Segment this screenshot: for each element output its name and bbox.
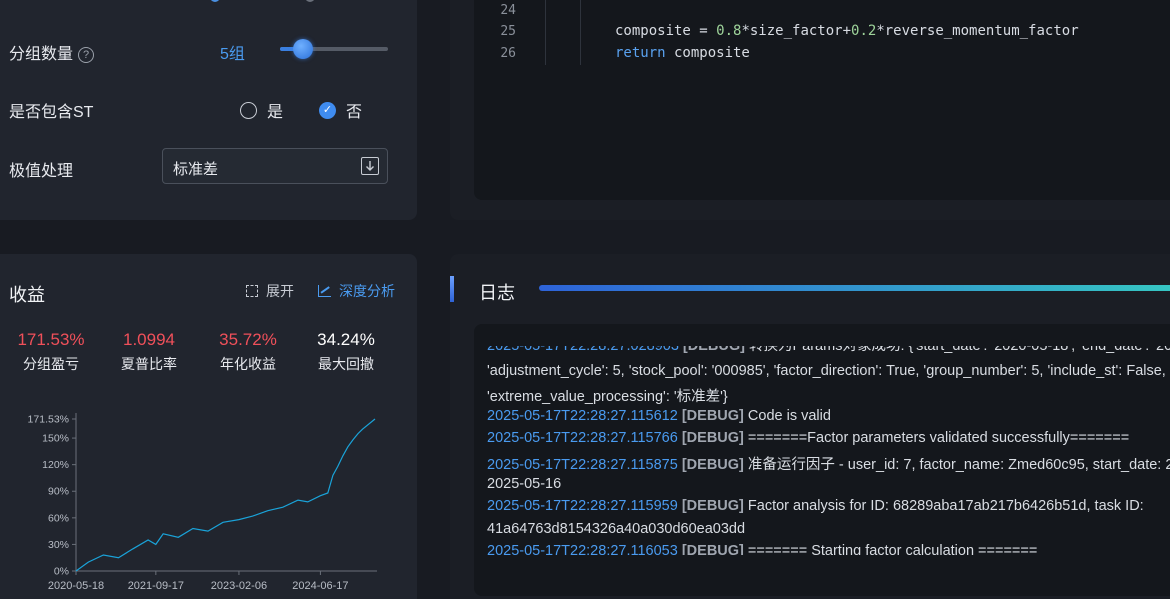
include-st-no-radio[interactable]: ✓ 否	[319, 98, 362, 122]
log-progress-bar	[539, 285, 1170, 291]
slider-handle[interactable]	[292, 39, 313, 59]
expand-button[interactable]: 展开	[246, 281, 294, 301]
metric-annual-return: 35.72% 年化收益	[203, 330, 293, 374]
log-timestamp: 2025-05-17T22:28:27.115612	[487, 407, 678, 424]
x-tick-label: 2024-06-17	[292, 580, 348, 592]
log-timestamp: 2025-05-17T22:28:27.115959	[487, 498, 678, 515]
log-timestamp: 2025-05-17T22:28:27.115766	[487, 430, 678, 447]
log-accent-bar	[450, 276, 454, 302]
extreme-label: 极值处理	[9, 163, 74, 180]
log-message: =======Factor parameters validated succe…	[747, 430, 1130, 447]
radio-checked-icon: ✓	[319, 101, 336, 119]
metric-label: 分组盈亏	[23, 356, 79, 372]
log-line: 2025-05-17T22:28:27.115766 [DEBUG] =====…	[487, 430, 1129, 446]
include-st-no-label: 否	[346, 104, 363, 121]
metric-sharpe: 1.0994 夏普比率	[104, 330, 194, 374]
log-line: 41a64763d8154326a40a030d60ea03dd	[487, 521, 745, 537]
help-icon[interactable]: ?	[78, 47, 95, 63]
log-level: [DEBUG]	[677, 498, 748, 515]
code-line[interactable]: composite = 0.8*size_factor+0.2*reverse_…	[615, 23, 1079, 39]
log-line: 2025-05-17T22:28:27.115612 [DEBUG] Code …	[487, 408, 831, 424]
metric-value: 1.0994	[123, 330, 175, 349]
log-message: 'extreme_value_processing': '标准差'}	[487, 389, 728, 406]
group-count-row: 分组数量?	[9, 40, 95, 64]
log-line: 2025-05-17T22:28:27.115875 [DEBUG] 准备运行因…	[487, 453, 1170, 474]
x-tick-label: 2023-02-06	[211, 580, 267, 592]
log-message: 2025-05-16	[487, 475, 562, 492]
deep-analysis-label: 深度分析	[339, 283, 395, 299]
line-number: 26	[500, 46, 516, 61]
log-message: Factor analysis for ID: 68289aba17ab217b…	[747, 498, 1144, 515]
returns-series-line	[75, 418, 376, 572]
expand-icon	[246, 285, 258, 297]
log-message: Code is valid	[747, 407, 831, 424]
expand-label: 展开	[266, 283, 294, 299]
log-title: 日志	[479, 283, 515, 303]
log-timestamp: 2025-05-17T22:28:27.115875	[487, 457, 678, 473]
extreme-value-selected: 标准差	[173, 161, 219, 178]
y-tick-label: 30%	[48, 539, 69, 551]
metric-label: 年化收益	[220, 356, 276, 372]
log-line: 'adjustment_cycle': 5, 'stock_pool': '00…	[487, 363, 1166, 379]
y-tick-label: 150%	[42, 433, 69, 445]
log-level: [DEBUG]	[677, 407, 748, 424]
group-count-value: 5组	[220, 46, 245, 63]
metric-group-pnl: 171.53% 分组盈亏	[6, 330, 96, 374]
line-number: 24	[500, 3, 516, 18]
line-chart-icon	[318, 285, 331, 297]
metric-max-drawdown: 34.24% 最大回撤	[301, 330, 391, 374]
gutter-divider	[545, 0, 546, 65]
returns-chart[interactable]: 0% 30% 60% 90% 120% 150% 171.53% 2020-05-18 2021…	[10, 405, 385, 599]
group-count-label: 分组数量	[9, 46, 74, 63]
metric-value: 171.53%	[17, 330, 85, 349]
y-tick-label: 120%	[42, 459, 69, 471]
include-st-yes-label: 是	[267, 104, 284, 121]
include-st-yes-radio[interactable]: 是	[240, 98, 283, 122]
radio-unchecked-icon	[240, 101, 257, 119]
code-line[interactable]: return composite	[615, 45, 750, 61]
metric-value: 34.24%	[317, 330, 375, 349]
include-st-label: 是否包含ST	[9, 104, 94, 121]
top-indicator-dots	[205, 0, 325, 2]
y-tick-label: 90%	[48, 486, 69, 498]
log-level: [DEBUG]	[677, 457, 748, 473]
x-tick-label: 2021-09-17	[128, 580, 184, 592]
metric-label: 最大回撤	[318, 356, 374, 372]
log-message: 41a64763d8154326a40a030d60ea03dd	[487, 520, 746, 537]
chevron-down-icon	[361, 157, 379, 175]
y-tick-label: 60%	[48, 512, 69, 524]
y-tick-label: 0%	[54, 566, 69, 578]
log-line: 2025-05-16	[487, 476, 561, 492]
returns-title: 收益	[9, 285, 45, 305]
log-level: [DEBUG]	[677, 430, 748, 447]
y-tick-label: 171.53%	[28, 414, 69, 426]
log-message: 'adjustment_cycle': 5, 'stock_pool': '00…	[487, 362, 1166, 379]
metric-label: 夏普比率	[121, 356, 177, 372]
log-message: 准备运行因子 - user_id: 7, factor_name: Zmed60…	[747, 457, 1170, 473]
indent-guide	[580, 0, 581, 65]
extreme-value-select[interactable]: 标准差	[162, 148, 388, 184]
x-tick-label: 2020-05-18	[48, 580, 104, 592]
log-line: 2025-05-17T22:28:27.115959 [DEBUG] Facto…	[487, 498, 1144, 514]
line-number: 25	[500, 24, 516, 39]
metric-value: 35.72%	[219, 330, 277, 349]
log-line: 'extreme_value_processing': '标准差'}	[487, 385, 728, 406]
deep-analysis-button[interactable]: 深度分析	[318, 281, 395, 301]
